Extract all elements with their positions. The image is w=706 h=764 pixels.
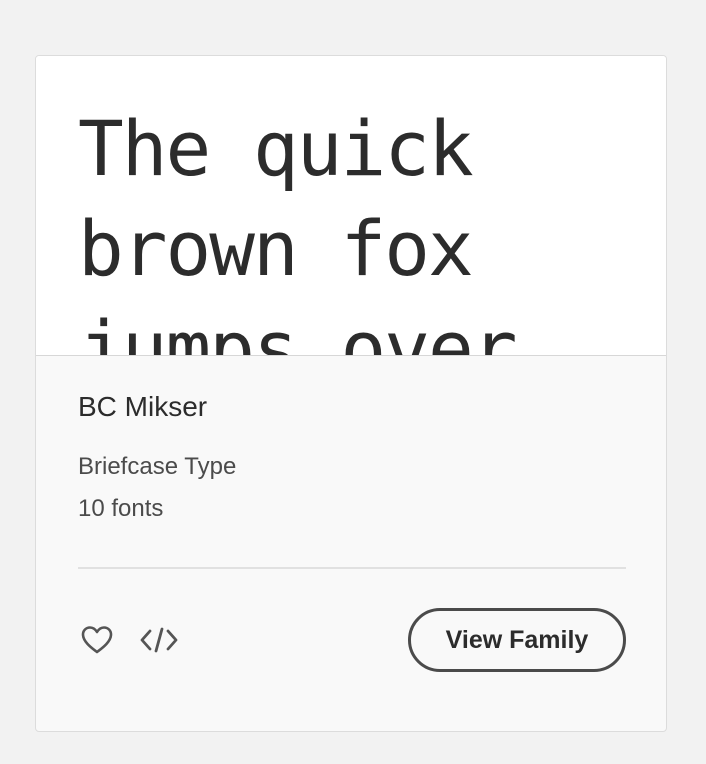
foundry-name[interactable]: Briefcase Type (78, 453, 236, 481)
font-count: 10 fonts (78, 495, 164, 522)
embed-code-button[interactable] (140, 621, 178, 659)
code-icon (140, 627, 178, 653)
font-family-card: The quick brown fox jumps over BC Mikser… (35, 55, 667, 732)
family-name[interactable]: BC Mikser (78, 391, 207, 423)
font-preview[interactable]: The quick brown fox jumps over (36, 56, 666, 356)
divider (78, 567, 626, 569)
heart-icon (81, 626, 113, 654)
favorite-button[interactable] (78, 621, 116, 659)
view-family-button[interactable]: View Family (408, 608, 626, 672)
card-actions: View Family (78, 608, 626, 672)
preview-sample-text: The quick brown fox jumps over (78, 104, 518, 356)
